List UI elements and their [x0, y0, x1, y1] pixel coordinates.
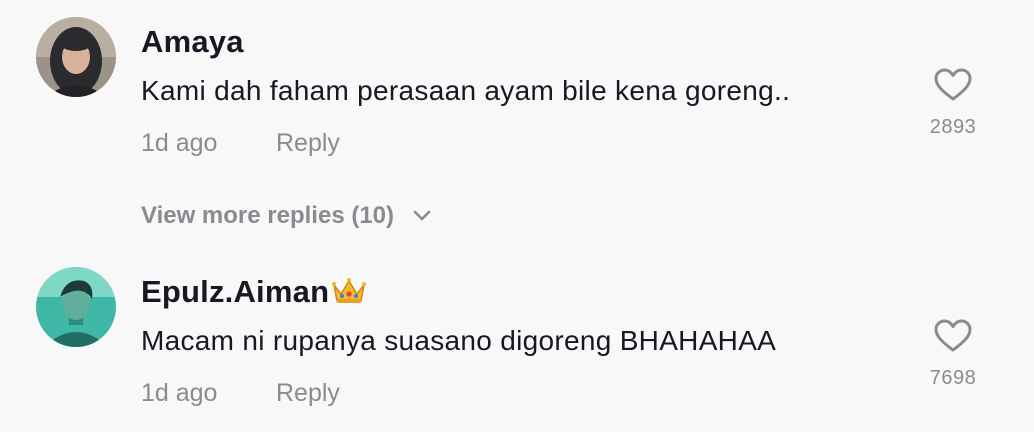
comment-timestamp: 1d ago	[141, 129, 218, 157]
like-button[interactable]: 7698	[920, 319, 986, 390]
comment-item: Amaya Kami dah faham perasaan ayam bile …	[0, 0, 1034, 229]
comment-item: Epulz.Aiman Macam ni rupanya suasano dig…	[0, 250, 1034, 432]
avatar[interactable]	[36, 17, 116, 97]
avatar-image	[36, 267, 116, 347]
comment-timestamp: 1d ago	[141, 379, 218, 407]
reply-button[interactable]: Reply	[276, 129, 340, 158]
heart-icon[interactable]	[934, 319, 972, 353]
like-count: 7698	[929, 367, 977, 389]
username[interactable]: Amaya	[141, 24, 244, 60]
avatar-image	[36, 17, 116, 97]
comment-text: Kami dah faham perasaan ayam bile kena g…	[141, 75, 791, 106]
chevron-down-icon	[413, 201, 431, 229]
heart-icon[interactable]	[934, 68, 972, 102]
like-count: 2893	[929, 116, 977, 138]
reply-button[interactable]: Reply	[276, 379, 340, 408]
view-more-label: View more replies (10)	[141, 202, 395, 229]
comment-text: Macam ni rupanya suasano digoreng BHAHAH…	[141, 325, 777, 356]
crown-icon	[331, 277, 367, 313]
like-button[interactable]: 2893	[920, 68, 986, 139]
view-more-replies-button[interactable]: View more replies (10)	[141, 201, 431, 230]
avatar[interactable]	[36, 267, 116, 347]
username[interactable]: Epulz.Aiman	[141, 274, 367, 313]
username-text[interactable]: Epulz.Aiman	[141, 274, 329, 309]
username-text[interactable]: Amaya	[141, 24, 244, 59]
